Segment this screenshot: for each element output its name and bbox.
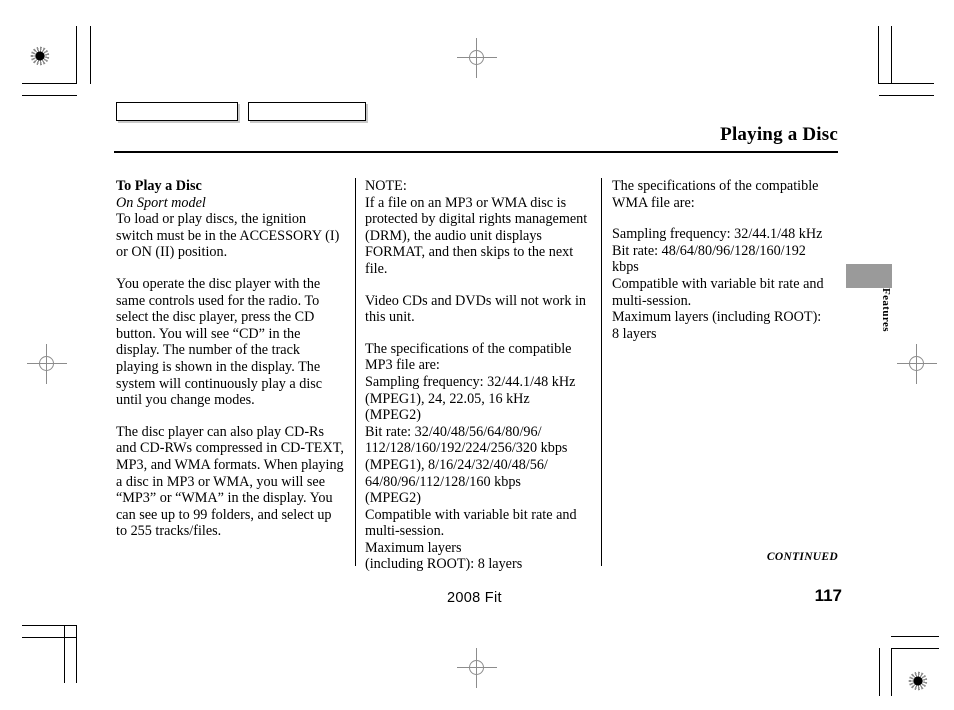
crop-mark-top-left-outer-horizontal (22, 95, 77, 96)
paragraph-ignition: To load or play discs, the ignition swit… (116, 211, 340, 261)
continued-label: CONTINUED (766, 551, 838, 563)
column-one: To Play a Disc On Sport model To load or… (116, 178, 344, 540)
column-three: The specifications of the compatible WMA… (612, 178, 840, 342)
footer-page-number: 117 (814, 586, 842, 605)
mp3-spec-line: 64/80/96/112/128/160 kbps (365, 473, 521, 490)
crop-mark-bottom-left-outer-horizontal (22, 637, 77, 638)
column-two: NOTE: If a file on an MP3 or WMA disc is… (365, 178, 597, 573)
paragraph-disc-formats: The disc player can also play CD-Rs and … (116, 423, 344, 540)
mp3-spec-line: (MPEG2) (365, 407, 421, 424)
mp3-spec-line: (including ROOT): 8 layers (365, 556, 523, 573)
crosshair-top-center (457, 38, 497, 78)
wma-spec-line: Sampling frequency: 32/44.1/48 kHz (612, 226, 823, 243)
column-divider-2 (601, 178, 603, 566)
crop-mark-bottom-right-outer-vertical (879, 648, 880, 696)
section-tab-label: Features (880, 288, 892, 332)
wma-spec-intro: The specifications of the compatible WMA… (612, 178, 819, 211)
crop-mark-bottom-left-vertical (76, 625, 77, 683)
crosshair-right-middle (897, 344, 937, 384)
crosshair-ring (469, 660, 484, 675)
note-label: NOTE: (365, 178, 407, 194)
header-box-left (116, 102, 238, 121)
title-rule (114, 151, 838, 153)
mp3-spec-line: (MPEG2) (365, 490, 421, 507)
mp3-spec-line: (MPEG1), 24, 22.05, 16 kHz (365, 390, 530, 407)
crosshair-left-middle (27, 344, 67, 384)
mp3-spec-line: Maximum layers (365, 539, 462, 556)
section-tab-marker (846, 264, 892, 288)
crop-mark-top-right-vertical (878, 26, 879, 84)
crop-mark-top-left-outer-vertical (90, 26, 91, 84)
crop-mark-top-right-horizontal (879, 83, 934, 84)
wma-spec-line: 8 layers (612, 325, 657, 342)
crop-mark-bottom-right-outer-horizontal (891, 636, 939, 637)
column-divider-1 (355, 178, 357, 566)
section-subheading: On Sport model (116, 194, 206, 211)
mp3-spec-intro: The specifications of the compatible MP3… (365, 340, 572, 374)
crosshair-ring (39, 356, 54, 371)
crop-mark-bottom-left-outer-vertical (64, 625, 65, 683)
registration-target-top-left (27, 43, 53, 69)
wma-spec-line: multi-session. (612, 292, 692, 309)
crosshair-bottom-center (457, 648, 497, 688)
mp3-spec-line: (MPEG1), 8/16/24/32/40/48/56/ (365, 456, 548, 473)
crosshair-ring (909, 356, 924, 371)
note-text-drm: If a file on an MP3 or WMA disc is prote… (365, 194, 588, 277)
crop-mark-top-left-vertical (76, 26, 77, 84)
mp3-spec-line: Sampling frequency: 32/44.1/48 kHz (365, 373, 576, 390)
footer-model: 2008 Fit (447, 590, 502, 606)
crop-mark-bottom-right-horizontal (891, 648, 939, 649)
crop-mark-top-left-horizontal (22, 83, 77, 84)
crop-mark-top-right-outer-horizontal (879, 95, 934, 96)
crop-mark-top-right-outer-vertical (891, 26, 892, 84)
wma-spec-line: Maximum layers (including ROOT): (612, 309, 822, 326)
mp3-spec-line: 112/128/160/192/224/256/320 kbps (365, 440, 568, 457)
mp3-spec-line: multi-session. (365, 523, 445, 540)
mp3-spec-line: Compatible with variable bit rate and (365, 506, 577, 523)
wma-spec-line: Compatible with variable bit rate and (612, 275, 824, 292)
header-box-right (248, 102, 366, 121)
section-heading: To Play a Disc (116, 178, 202, 194)
page-title: Playing a Disc (720, 124, 838, 145)
registration-target-bottom-right (905, 668, 931, 694)
wma-spec-line: kbps (612, 259, 639, 276)
mp3-spec-line: Bit rate: 32/40/48/56/64/80/96/ (365, 423, 542, 440)
paragraph-disc-player-controls: You operate the disc player with the sam… (116, 275, 323, 409)
note-text-video-cd: Video CDs and DVDs will not work in this… (365, 292, 587, 326)
crop-mark-bottom-left-horizontal (22, 625, 77, 626)
wma-spec-line: Bit rate: 48/64/80/96/128/160/192 (612, 242, 806, 259)
crop-mark-bottom-right-vertical (891, 648, 892, 696)
crosshair-ring (469, 50, 484, 65)
